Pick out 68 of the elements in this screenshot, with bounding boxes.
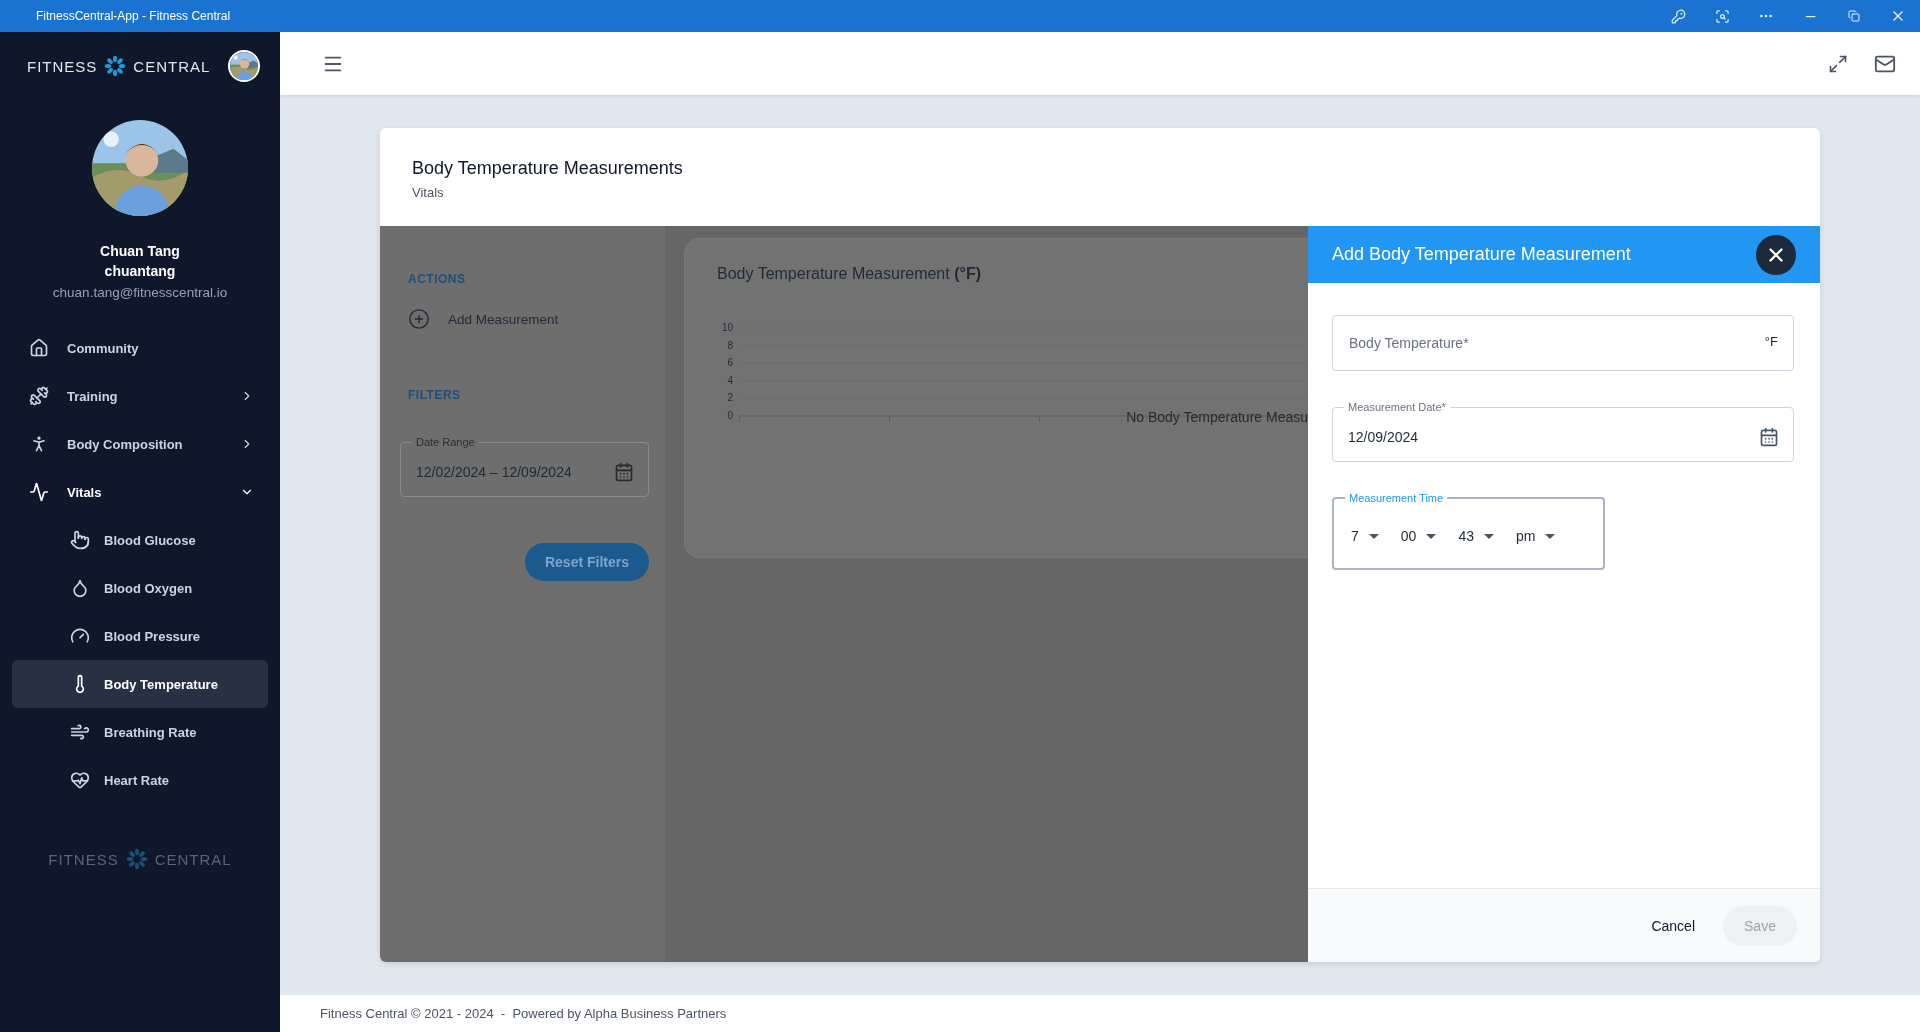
cancel-button[interactable]: Cancel (1651, 905, 1695, 946)
logo-icon (104, 55, 127, 77)
time-field[interactable]: Measurement Time 7 00 43 pm (1332, 492, 1605, 570)
logo-text: FITNESS (48, 850, 119, 868)
section-heading: ACTIONS (408, 272, 467, 286)
time-select[interactable]: pm (1513, 528, 1558, 544)
heart-pulse-icon (70, 770, 90, 790)
nav-item[interactable]: Blood Oxygen (12, 564, 268, 612)
hand-icon (70, 530, 90, 550)
card-title: Body Temperature Measurements (412, 158, 684, 179)
close-button[interactable] (1756, 234, 1796, 275)
nav-item[interactable]: Training (12, 372, 268, 420)
date-field[interactable]: Measurement Date* 12/09/2024 (1332, 401, 1794, 462)
logo-icon (125, 848, 148, 870)
nav-item[interactable]: Community (12, 324, 268, 372)
empty-message: No Body Temperature Measu (1126, 409, 1308, 425)
wind-icon (70, 722, 90, 742)
field-label: Measurement Time (1348, 492, 1445, 504)
drawer-title: Add Body Temperature Measurement (1332, 244, 1632, 265)
field-value: 12/02/2024 – 12/09/2024 (416, 464, 573, 480)
gauge-icon (70, 626, 90, 646)
key-icon[interactable] (1670, 8, 1686, 24)
pulse-icon (29, 482, 49, 502)
caret-icon (1426, 533, 1437, 539)
axis-label: 10 (721, 323, 733, 333)
user-email: chuan.tang@fitnesscentral.io (51, 285, 229, 300)
axis-label: 2 (727, 393, 733, 404)
unit-label: °F (1764, 334, 1778, 349)
calendar-icon[interactable] (1759, 427, 1779, 447)
nav-item[interactable]: Blood Pressure (12, 612, 268, 660)
time-select[interactable]: 7 (1349, 528, 1381, 544)
expand-icon[interactable] (1828, 53, 1848, 74)
username: chuantang (103, 263, 177, 279)
field-value: 12/09/2024 (1348, 429, 1420, 445)
time-select[interactable]: 43 (1456, 528, 1496, 544)
caret-icon (1545, 533, 1556, 539)
caret-icon (1483, 533, 1494, 539)
axis-label: 8 (727, 340, 733, 351)
nav-item[interactable]: Body Composition (12, 420, 268, 468)
field-label: Date Range (415, 436, 476, 448)
logo-text: FITNESS (27, 57, 98, 75)
chart-title: Body Temperature Measurement (°F) (717, 265, 982, 283)
logo-text: CENTRAL (154, 850, 232, 868)
axis-label: 0 (727, 410, 733, 421)
section-heading: FILTERS (408, 388, 462, 402)
dumbbell-icon (29, 386, 49, 406)
search-icon[interactable] (1714, 8, 1730, 24)
action-label: Add Measurement (448, 311, 559, 327)
house-icon (29, 338, 49, 358)
logo-text: CENTRAL (133, 57, 211, 75)
restore-icon[interactable] (1848, 10, 1860, 22)
caret-icon (1368, 533, 1379, 539)
time-select[interactable]: 00 (1398, 528, 1439, 544)
drop-icon (70, 578, 90, 598)
axis-label: 4 (727, 375, 733, 386)
page-footer: Fitness Central © 2021 - 2024 - Powered by Alpha Business Partners (280, 995, 1920, 1032)
card-subtitle: Vitals (412, 185, 445, 200)
plus-circle-icon (408, 308, 430, 330)
nav-item[interactable]: Heart Rate (12, 756, 268, 804)
nav-item[interactable]: Body Temperature (12, 660, 268, 708)
axis-label: 6 (727, 358, 733, 369)
nav-item[interactable]: Breathing Rate (12, 708, 268, 756)
avatar[interactable] (228, 50, 260, 82)
nav-item[interactable]: Vitals (12, 468, 268, 516)
window-title: FitnessCentral-App - Fitness Central (36, 9, 232, 23)
user-name: Chuan Tang (99, 243, 181, 259)
nav-item[interactable]: Blood Glucose (12, 516, 268, 564)
field-label: Measurement Date* (1347, 401, 1447, 413)
